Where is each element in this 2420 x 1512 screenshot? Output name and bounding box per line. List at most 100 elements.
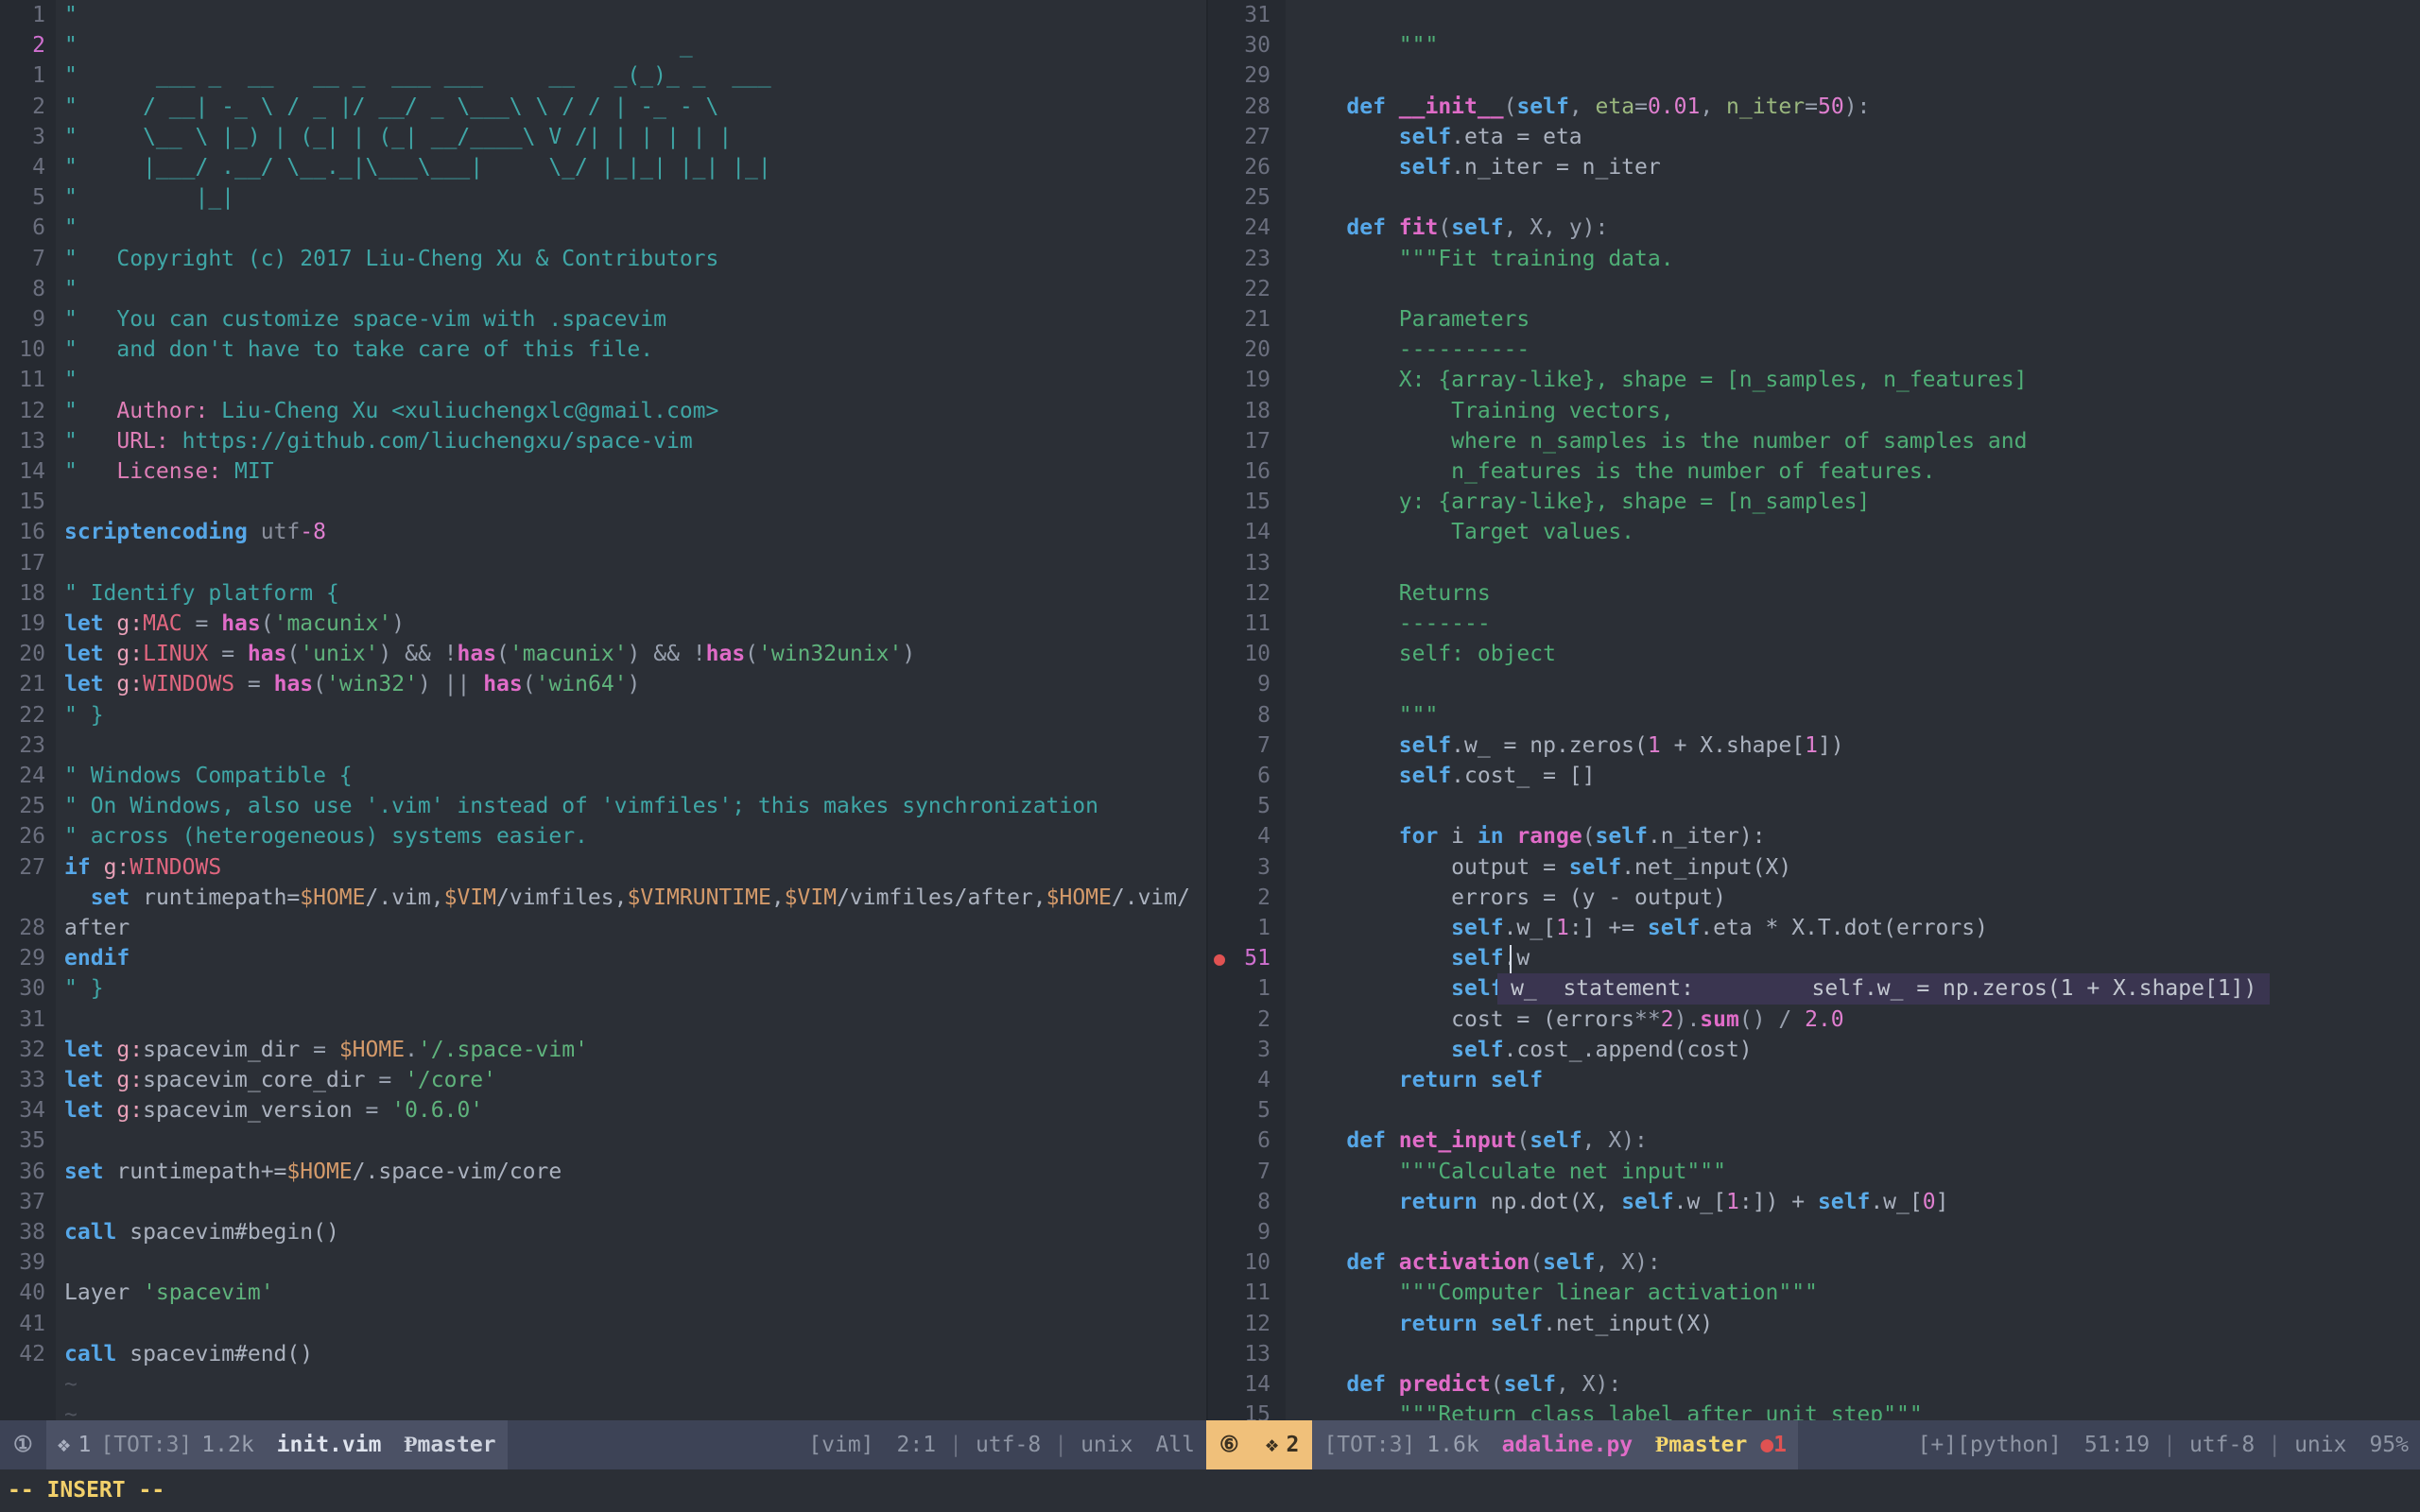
code-area-right[interactable]: """ def __init__(self, eta=0.01, n_iter=…	[1286, 0, 2420, 1420]
code-token: self	[1398, 732, 1452, 758]
code-line[interactable]: "	[64, 365, 78, 395]
code-line[interactable]: """Return class label after unit step"""	[1294, 1400, 1923, 1420]
code-line[interactable]: def fit(self, X, y):	[1294, 213, 1608, 243]
code-line[interactable]: let g:spacevim_version = '0.6.0'	[64, 1095, 483, 1125]
code-line[interactable]: Layer 'spacevim'	[64, 1278, 274, 1308]
code-line[interactable]: n_features is the number of features.	[1294, 456, 1935, 487]
code-line[interactable]: self: object	[1294, 639, 1556, 669]
code-line[interactable]: for i in range(self.n_iter):	[1294, 821, 1766, 851]
code-token: -	[300, 520, 314, 545]
code-token: ):	[1843, 94, 1871, 119]
code-line[interactable]: let g:spacevim_dir = $HOME.'/.space-vim'	[64, 1035, 588, 1065]
code-line[interactable]: "	[64, 213, 78, 243]
line-number: 5	[1257, 1098, 1270, 1124]
code-line[interactable]: " }	[64, 973, 104, 1004]
code-line[interactable]: Parameters	[1294, 304, 1530, 335]
code-line[interactable]: """Computer linear activation"""	[1294, 1278, 1818, 1308]
code-line[interactable]: return self	[1294, 1065, 1543, 1095]
code-line[interactable]: " and don't have to take care of this fi…	[64, 335, 653, 365]
code-line[interactable]: Target values.	[1294, 517, 1634, 547]
code-line[interactable]: y: {array-like}, shape = [n_samples]	[1294, 487, 1871, 517]
line-number: 20	[19, 642, 45, 667]
code-line[interactable]: " Windows Compatible {	[64, 761, 353, 791]
code-line[interactable]: scriptencoding utf-8	[64, 517, 326, 547]
pane-right-adaline-py[interactable]: 31 30 29 28 27 26 25 24 23 22 21 20 19 18 17 16 15 14 13 12…	[1208, 0, 2420, 1420]
fileformat-left: unix	[1069, 1420, 1145, 1469]
code-line[interactable]: " \__ \ |_) | (_| | (_| __/____\ V /| | …	[64, 122, 732, 152]
code-line[interactable]: Returns	[1294, 578, 1491, 609]
code-line[interactable]: "	[64, 0, 78, 30]
code-token: 'spacevim'	[143, 1280, 274, 1306]
code-line[interactable]: """	[1294, 30, 1439, 60]
code-token: URL:	[116, 428, 169, 454]
code-line[interactable]: set runtimepath+=$HOME/.space-vim/core	[64, 1157, 562, 1187]
code-line[interactable]: ----------	[1294, 335, 1530, 365]
code-token: self	[1647, 916, 1701, 940]
code-line[interactable]: let g:LINUX = has('unix') && !has('macun…	[64, 639, 915, 669]
code-line[interactable]: " }	[64, 700, 104, 730]
line-number: 15	[19, 490, 45, 515]
code-line[interactable]: call spacevim#begin()	[64, 1217, 339, 1247]
code-line[interactable]: " across (heterogeneous) systems easier.	[64, 821, 588, 851]
pane-left-init-vim[interactable]: 1 2 1 2 3 4 5 6 7 8 9 10 11 12 13 14 15 16 17 18 19 20 21 22 23 2…	[0, 0, 1206, 1420]
code-line[interactable]: " URL: https://github.com/liuchengxu/spa…	[64, 426, 693, 456]
code-line[interactable]: " Identify platform {	[64, 578, 339, 609]
code-line[interactable]: """	[1294, 700, 1439, 730]
code-line[interactable]: let g:spacevim_core_dir = '/core'	[64, 1065, 496, 1095]
code-line[interactable]: set runtimepath=$HOME/.vim,$VIM/vimfiles…	[64, 883, 1190, 913]
code-line[interactable]: self.n_iter = n_iter	[1294, 152, 1661, 182]
code-area-left[interactable]: " " _ " ___ _ __ __ _ ___ ___ __ _(_)_ _ _…	[56, 0, 1206, 1420]
code-line[interactable]: if g:WINDOWS	[64, 852, 221, 883]
code-line[interactable]: " / __| -_ \ / _ |/ __/ _ \___\ \ / / | …	[64, 92, 718, 122]
code-line[interactable]: call spacevim#end()	[64, 1339, 313, 1369]
code-line[interactable]: " Author: Liu-Cheng Xu <xuliuchengxlc@gm…	[64, 396, 718, 426]
code-line[interactable]: self.w_[1:] += self.eta * X.T.dot(errors…	[1294, 913, 1988, 943]
code-line[interactable]: " _	[64, 30, 693, 60]
code-line[interactable]: let g:WINDOWS = has('win32') || has('win…	[64, 669, 640, 699]
code-line[interactable]: """Fit training data.	[1294, 244, 1674, 274]
code-line[interactable]: def net_input(self, X):	[1294, 1125, 1648, 1156]
code-token: call	[64, 1341, 117, 1366]
code-line[interactable]: def activation(self, X):	[1294, 1247, 1660, 1278]
autocomplete-popup-item[interactable]: w_ statement: self.w_ = np.zeros(1 + X.s…	[1497, 973, 2271, 1005]
code-line[interactable]: where n_samples is the number of samples…	[1294, 426, 2027, 456]
code-line[interactable]: " On Windows, also use '.vim' instead of…	[64, 791, 1098, 821]
code-line[interactable]: cost = (errors**2).sum() / 2.0	[1294, 1005, 1844, 1035]
code-line[interactable]: self	[1294, 973, 1516, 1004]
code-line[interactable]: self.eta = eta	[1294, 122, 1582, 152]
code-line[interactable]: errors = (y - output)	[1294, 883, 1726, 913]
cursor-position-left: 2:1	[885, 1420, 948, 1469]
code-line[interactable]: " |_|	[64, 182, 234, 213]
code-line[interactable]: " |___/ .__/ \__._|\___\___| \_/ |_|_| |…	[64, 152, 771, 182]
code-line[interactable]: return np.dot(X, self.w_[1:]) + self.w_[…	[1294, 1187, 1949, 1217]
code-token: (	[1503, 94, 1517, 119]
code-line[interactable]: return self.net_input(X)	[1294, 1309, 1713, 1339]
code-line[interactable]: self.cost_ = []	[1294, 761, 1596, 791]
code-line[interactable]: self.w_ = np.zeros(1 + X.shape[1])	[1294, 730, 1844, 761]
line-number: 37	[19, 1189, 45, 1214]
code-line[interactable]: def __init__(self, eta=0.01, n_iter=50):	[1294, 92, 1870, 122]
code-line[interactable]: def predict(self, X):	[1294, 1369, 1621, 1400]
command-line[interactable]: -- INSERT --	[0, 1469, 2420, 1512]
code-line[interactable]: output = self.net_input(X)	[1294, 852, 1791, 883]
code-line[interactable]: after	[64, 913, 130, 943]
code-line[interactable]: " ___ _ __ __ _ ___ ___ __ _(_)_ _ ___	[64, 60, 771, 91]
code-line[interactable]: -------	[1294, 609, 1491, 639]
code-line[interactable]: endif	[64, 943, 130, 973]
code-line[interactable]: " Copyright (c) 2017 Liu-Cheng Xu & Cont…	[64, 244, 718, 274]
code-line[interactable]: "	[64, 274, 78, 304]
code-line[interactable]: " You can customize space-vim with .spac…	[64, 304, 666, 335]
code-line[interactable]: self.w	[1294, 943, 1530, 973]
code-line[interactable]: Training vectors,	[1294, 396, 1673, 426]
code-line[interactable]: " License: MIT	[64, 456, 274, 487]
code-line[interactable]: """Calculate net input"""	[1294, 1157, 1726, 1187]
code-line[interactable]: let g:MAC = has('macunix')	[64, 609, 405, 639]
code-line[interactable]: X: {array-like}, shape = [n_samples, n_f…	[1294, 365, 2028, 395]
code-token: let	[64, 1068, 104, 1092]
line-number: 31	[19, 1006, 45, 1032]
code-token: .w_[	[1870, 1189, 1923, 1214]
code-line[interactable]: self.cost_.append(cost)	[1294, 1035, 1753, 1065]
code-token: Target values.	[1294, 520, 1635, 545]
